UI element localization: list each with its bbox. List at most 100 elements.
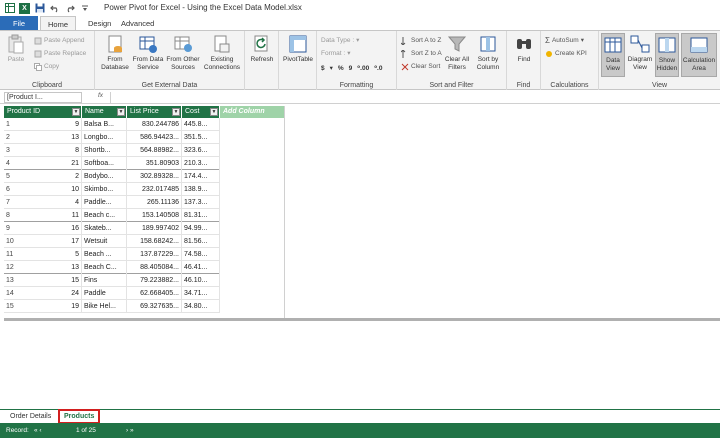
product-id-cell[interactable]: 8 — [18, 144, 82, 157]
name-cell[interactable]: Fins — [82, 274, 127, 287]
table-row[interactable]: 7 4 Paddle... 265.11136 137.3... — [4, 196, 220, 209]
fx-icon[interactable]: fx — [98, 92, 103, 99]
product-id-cell[interactable]: 2 — [18, 170, 82, 183]
row-number[interactable]: 6 — [4, 183, 18, 195]
list-price-cell[interactable]: 302.89328... — [127, 170, 182, 183]
name-box[interactable]: [Product I... — [4, 92, 82, 103]
row-number[interactable]: 2 — [4, 131, 18, 143]
table-row[interactable]: 6 10 Skimbo... 232.017485 138.9... — [4, 183, 220, 196]
sort-a-z-button[interactable]: Sort A to Z — [400, 35, 441, 46]
cost-cell[interactable]: 138.9... — [182, 183, 220, 196]
name-cell[interactable]: Softboa... — [82, 157, 127, 170]
product-id-cell[interactable]: 13 — [18, 131, 82, 144]
list-price-cell[interactable]: 62.668405... — [127, 287, 182, 300]
cost-cell[interactable]: 174.4... — [182, 170, 220, 183]
cost-cell[interactable]: 81.31... — [182, 209, 220, 222]
name-cell[interactable]: Beach C... — [82, 261, 127, 274]
row-number[interactable]: 9 — [4, 222, 18, 234]
increase-decimal-button[interactable]: ⁰.00 — [357, 63, 369, 74]
row-number[interactable]: 15 — [4, 300, 18, 312]
record-nav-next-buttons[interactable]: › » — [126, 423, 134, 438]
row-number[interactable]: 1 — [4, 118, 18, 130]
name-cell[interactable]: Balsa B... — [82, 118, 127, 131]
row-number[interactable]: 3 — [4, 144, 18, 156]
table-row[interactable]: 14 24 Paddle 62.668405... 34.71... — [4, 287, 220, 300]
product-id-cell[interactable]: 15 — [18, 274, 82, 287]
name-cell[interactable]: Shortb... — [82, 144, 127, 157]
sheet-tab-products[interactable]: Products — [58, 409, 101, 424]
table-row[interactable]: 13 15 Fins 79.223882... 46.10... — [4, 274, 220, 287]
name-cell[interactable]: Skimbo... — [82, 183, 127, 196]
product-id-cell[interactable]: 5 — [18, 248, 82, 261]
cost-cell[interactable]: 34.80... — [182, 300, 220, 313]
add-column-header[interactable]: Add Column — [220, 106, 286, 118]
record-nav-prev-buttons[interactable]: « ‹ — [34, 423, 42, 438]
pivottable-button[interactable]: PivotTable — [283, 34, 313, 64]
cost-cell[interactable]: 94.99... — [182, 222, 220, 235]
list-price-cell[interactable]: 265.11136 — [127, 196, 182, 209]
cost-cell[interactable]: 34.71... — [182, 287, 220, 300]
diagram-view-button[interactable]: Diagram View — [627, 34, 653, 72]
product-id-cell[interactable]: 13 — [18, 261, 82, 274]
list-price-cell[interactable]: 137.87229... — [127, 248, 182, 261]
calculation-area-button[interactable]: Calculation Area — [681, 33, 717, 77]
name-cell[interactable]: Longbo... — [82, 131, 127, 144]
cost-cell[interactable]: 323.6... — [182, 144, 220, 157]
calculation-area[interactable] — [4, 321, 720, 410]
table-row[interactable]: 4 21 Softboa... 351.80903 210.3... — [4, 157, 220, 170]
sheet-tab-order-details[interactable]: Order Details — [6, 411, 55, 423]
name-cell[interactable]: Beach c... — [82, 209, 127, 222]
list-price-cell[interactable]: 830.244786 — [127, 118, 182, 131]
refresh-button[interactable]: Refresh — [249, 34, 275, 64]
list-price-cell[interactable]: 189.997402 — [127, 222, 182, 235]
format-dropdown[interactable]: Format : ▾ — [321, 48, 350, 59]
cost-cell[interactable]: 210.3... — [182, 157, 220, 170]
filter-dropdown-icon[interactable]: ▼ — [172, 108, 180, 116]
row-number[interactable]: 8 — [4, 209, 18, 221]
name-cell[interactable]: Skateb... — [82, 222, 127, 235]
cost-cell[interactable]: 46.10... — [182, 274, 220, 287]
percent-button[interactable]: % — [338, 63, 344, 74]
row-number[interactable]: 10 — [4, 235, 18, 247]
table-row[interactable]: 2 13 Longbo... 586.94423... 351.5... — [4, 131, 220, 144]
paste-replace-button[interactable]: Paste Replace — [34, 48, 86, 59]
excel-logo-icon[interactable]: X — [19, 2, 30, 14]
row-number[interactable]: 7 — [4, 196, 18, 208]
row-number[interactable]: 11 — [4, 248, 18, 260]
row-number[interactable]: 4 — [4, 157, 18, 169]
existing-connections-button[interactable]: Existing Connections — [201, 34, 243, 72]
decrease-decimal-button[interactable]: ⁰.0 — [374, 63, 382, 74]
list-price-cell[interactable]: 69.327635... — [127, 300, 182, 313]
product-id-cell[interactable]: 21 — [18, 157, 82, 170]
list-price-cell[interactable]: 564.88982... — [127, 144, 182, 157]
list-price-cell[interactable]: 158.68242... — [127, 235, 182, 248]
product-id-cell[interactable]: 4 — [18, 196, 82, 209]
data-type-dropdown[interactable]: Data Type : ▾ — [321, 35, 359, 46]
cost-cell[interactable]: 137.3... — [182, 196, 220, 209]
product-id-cell[interactable]: 16 — [18, 222, 82, 235]
table-row[interactable]: 10 17 Wetsuit 158.68242... 81.56... — [4, 235, 220, 248]
table-row[interactable]: 3 8 Shortb... 564.88982... 323.6... — [4, 144, 220, 157]
table-row[interactable]: 8 11 Beach c... 153.140508 81.31... — [4, 209, 220, 222]
cost-cell[interactable]: 81.56... — [182, 235, 220, 248]
save-icon[interactable] — [34, 3, 45, 14]
list-price-cell[interactable]: 153.140508 — [127, 209, 182, 222]
sort-by-column-button[interactable]: Sort by Column — [473, 34, 503, 72]
autosum-button[interactable]: Σ AutoSum ▾ — [545, 35, 584, 46]
show-hidden-button[interactable]: Show Hidden — [655, 33, 679, 77]
table-row[interactable]: 11 5 Beach ... 137.87229... 74.58... — [4, 248, 220, 261]
cost-cell[interactable]: 445.8... — [182, 118, 220, 131]
name-cell[interactable]: Bodybo... — [82, 170, 127, 183]
list-price-cell[interactable]: 586.94423... — [127, 131, 182, 144]
filter-dropdown-icon[interactable]: ▼ — [72, 108, 80, 116]
product-id-cell[interactable]: 11 — [18, 209, 82, 222]
table-row[interactable]: 12 13 Beach C... 88.405084... 46.41... — [4, 261, 220, 274]
paste-append-button[interactable]: Paste Append — [34, 35, 84, 46]
row-number[interactable]: 14 — [4, 287, 18, 299]
column-header-product-id[interactable]: Product ID ▼ — [4, 106, 82, 118]
from-database-button[interactable]: From Database — [99, 34, 131, 72]
product-id-cell[interactable]: 9 — [18, 118, 82, 131]
tab-home[interactable]: Home — [40, 16, 76, 31]
create-kpi-button[interactable]: Create KPI — [545, 48, 587, 59]
copy-button[interactable]: Copy — [34, 61, 59, 72]
